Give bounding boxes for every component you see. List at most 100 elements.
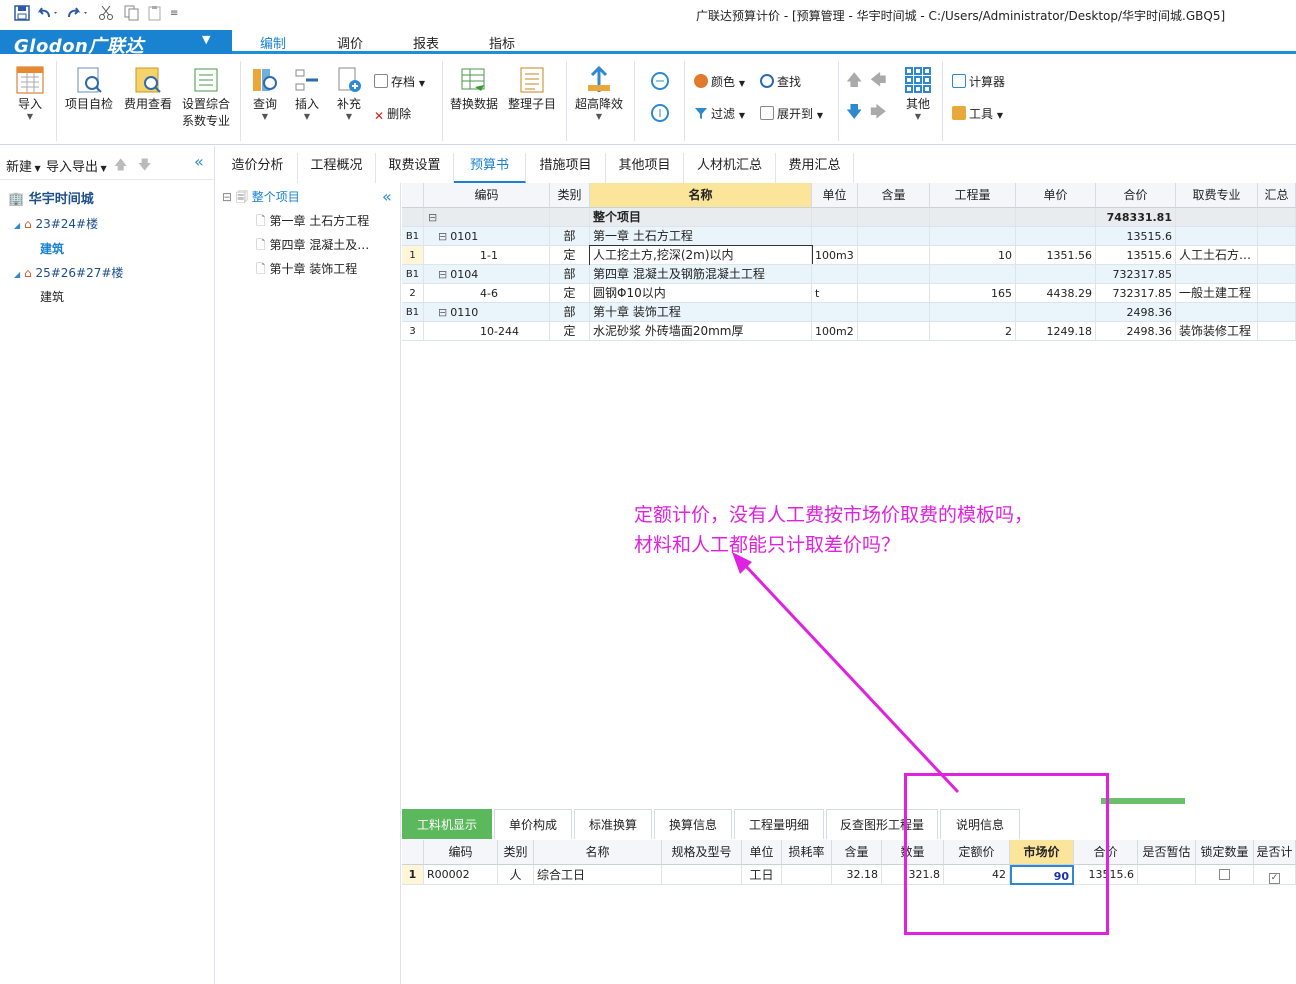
cell-quantity[interactable] xyxy=(930,265,1016,284)
organize-subitems-button[interactable]: 整理子目 xyxy=(504,65,560,112)
cell-unit[interactable]: t xyxy=(812,284,858,303)
import-export-button[interactable]: 导入导出 ▼ xyxy=(46,156,107,175)
cell-type[interactable] xyxy=(550,208,590,227)
cell-summary[interactable] xyxy=(1258,246,1296,265)
cell-fee-category[interactable]: 人工土石方… xyxy=(1176,246,1258,265)
move-down-button[interactable]: 🡇 xyxy=(846,103,862,121)
col-header-type[interactable]: 类别 xyxy=(550,183,590,208)
redo-icon[interactable] xyxy=(66,5,90,23)
building-node-2[interactable]: ◢ ⌂ 25#26#27#楼 xyxy=(14,264,123,281)
cell-summary[interactable] xyxy=(1258,265,1296,284)
cell-type[interactable]: 部 xyxy=(550,265,590,284)
insert-button[interactable]: 插入 ▼ xyxy=(288,65,326,121)
cell-type[interactable]: 定 xyxy=(550,322,590,341)
cell-content[interactable] xyxy=(858,227,930,246)
cell-content[interactable] xyxy=(858,265,930,284)
lock-quantity-checkbox[interactable] xyxy=(1219,869,1230,880)
cell-quantity[interactable] xyxy=(930,303,1016,322)
collapse-box-icon[interactable]: ⊟ xyxy=(428,211,437,224)
cell-name[interactable]: 人工挖土方,挖深(2m)以内 xyxy=(589,245,813,266)
cell-quantity[interactable]: 2 xyxy=(930,322,1016,341)
col-header-type[interactable]: 类别 xyxy=(498,840,534,865)
cell-content[interactable] xyxy=(858,303,930,322)
cell-summary[interactable] xyxy=(1258,303,1296,322)
cell-quantity[interactable]: 165 xyxy=(930,284,1016,303)
move-right-button[interactable]: 🡆 xyxy=(870,103,887,121)
collapse-box-icon[interactable]: ⊟ xyxy=(438,306,447,319)
cell-code[interactable]: ⊟ xyxy=(424,208,550,227)
calculator-button[interactable]: 计算器 xyxy=(952,73,1005,91)
supplement-button[interactable]: 补充 ▼ xyxy=(330,65,368,121)
cell-summary[interactable] xyxy=(1258,227,1296,246)
copy-icon[interactable] xyxy=(124,5,140,23)
col-header-summary[interactable]: 汇总 xyxy=(1258,183,1296,208)
tools-button[interactable]: 工具 ▼ xyxy=(952,105,1003,123)
super-high-button[interactable]: 超高降效 ▼ xyxy=(572,65,626,121)
section-item-2[interactable]: 🗋 第四章 混凝土及… xyxy=(256,236,369,257)
brand-menu[interactable]: Glodon广联达 ▼ xyxy=(0,30,232,57)
cell-type[interactable]: 定 xyxy=(550,284,590,303)
cell-fee-category[interactable]: 一般土建工程 xyxy=(1176,284,1258,303)
cell-estimate[interactable] xyxy=(1138,865,1196,885)
menu-tab-adjust[interactable]: 调价 xyxy=(320,33,380,52)
tab-quantity-detail[interactable]: 工程量明细 xyxy=(734,809,824,839)
move-left-button[interactable]: 🡄 xyxy=(870,71,887,89)
cell-count[interactable]: ✓ xyxy=(1254,865,1296,885)
cell-type[interactable]: 部 xyxy=(550,303,590,322)
cell-content[interactable] xyxy=(858,284,930,303)
cut-icon[interactable] xyxy=(98,5,114,23)
cell-fee-category[interactable] xyxy=(1176,227,1258,246)
cell-summary[interactable] xyxy=(1258,208,1296,227)
arrow-up-icon[interactable]: 🡅 xyxy=(114,156,127,178)
cell-unit[interactable] xyxy=(812,303,858,322)
customize-quick-access-icon[interactable]: ≡ xyxy=(170,8,178,26)
move-up-button[interactable]: 🡅 xyxy=(846,71,862,89)
cell-code[interactable]: 4-6 xyxy=(424,284,550,303)
count-checkbox[interactable]: ✓ xyxy=(1269,873,1280,884)
cell-name[interactable]: 综合工日 xyxy=(534,865,662,885)
save-file-button[interactable]: 存档 ▼ xyxy=(374,73,425,91)
cell-type[interactable]: 人 xyxy=(498,865,534,885)
building-unit-2[interactable]: 建筑 xyxy=(40,288,64,305)
col-header-lock-quantity[interactable]: 锁定数量 xyxy=(1196,840,1254,865)
cell-type[interactable]: 定 xyxy=(550,246,590,265)
col-header-code[interactable]: 编码 xyxy=(424,840,498,865)
cell-quantity[interactable] xyxy=(930,227,1016,246)
cell-total[interactable]: 13515.6 xyxy=(1096,246,1176,265)
tab-labor-material-display[interactable]: 工料机显示 xyxy=(402,809,492,839)
cell-code[interactable]: ⊟ 0110 xyxy=(424,303,550,322)
query-button[interactable]: 查询 ▼ xyxy=(246,65,284,121)
cell-unit[interactable] xyxy=(812,208,858,227)
col-header-spec[interactable]: 规格及型号 xyxy=(662,840,742,865)
tab-standard-conversion[interactable]: 标准换算 xyxy=(574,809,652,839)
cell-content[interactable] xyxy=(858,246,930,265)
col-header-estimate[interactable]: 是否暂估 xyxy=(1138,840,1196,865)
col-header-content[interactable]: 含量 xyxy=(858,183,930,208)
cell-total[interactable]: 2498.36 xyxy=(1096,322,1176,341)
cell-total[interactable]: 732317.85 xyxy=(1096,284,1176,303)
section-root[interactable]: ⊟ 🗐 整个项目 xyxy=(222,188,300,209)
cell-unit[interactable] xyxy=(812,265,858,284)
cell-fee-category[interactable] xyxy=(1176,265,1258,284)
cell-name[interactable]: 第十章 装饰工程 xyxy=(590,303,812,322)
building-unit-1[interactable]: 建筑 xyxy=(40,240,64,257)
replace-data-button[interactable]: 替换数据 xyxy=(448,65,500,112)
cell-total[interactable]: 13515.6 xyxy=(1096,227,1176,246)
cell-code[interactable]: ⊟ 0101 xyxy=(424,227,550,246)
col-header-price[interactable]: 单价 xyxy=(1016,183,1096,208)
cell-quantity[interactable]: 10 xyxy=(930,246,1016,265)
cell-quantity[interactable] xyxy=(930,208,1016,227)
undo-icon[interactable] xyxy=(36,5,60,23)
menu-tab-report[interactable]: 报表 xyxy=(396,33,456,52)
cell-spec[interactable] xyxy=(662,865,742,885)
col-header-name[interactable]: 名称 xyxy=(590,183,812,208)
cell-fee-category[interactable]: 装饰装修工程 xyxy=(1176,322,1258,341)
tab-budget-book[interactable]: 预算书 xyxy=(454,153,526,183)
delete-button[interactable]: ✕ 删除 xyxy=(374,105,411,123)
cell-name[interactable]: 整个项目 xyxy=(590,208,812,227)
collapse-pane-icon[interactable]: « xyxy=(382,187,392,206)
tab-fee-summary[interactable]: 费用汇总 xyxy=(776,153,854,183)
menu-tab-indicator[interactable]: 指标 xyxy=(472,33,532,52)
cell-unit[interactable] xyxy=(812,227,858,246)
menu-tab-edit[interactable]: 编制 xyxy=(236,33,310,52)
